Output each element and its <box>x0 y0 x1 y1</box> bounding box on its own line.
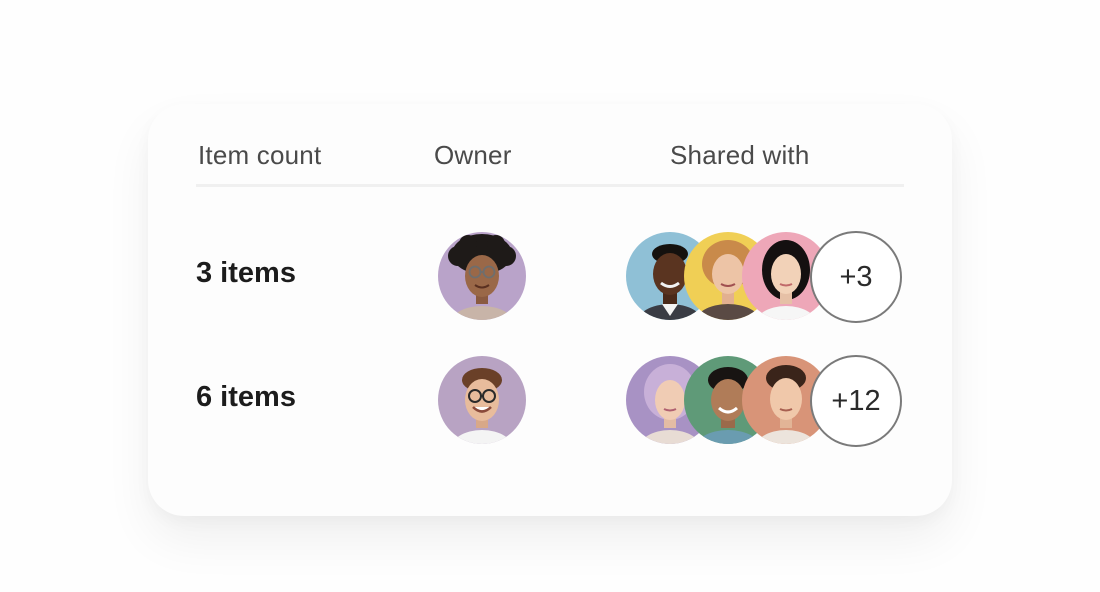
item-count-label: 6 items <box>196 381 296 413</box>
header-shared-with: Shared with <box>670 140 810 170</box>
header-item-count: Item count <box>198 140 322 170</box>
owner-avatar[interactable] <box>438 356 526 444</box>
header-owner: Owner <box>434 140 512 170</box>
more-shared-badge[interactable]: +3 <box>810 231 902 323</box>
sharing-card: Item count Owner Shared with 3 items +3 … <box>148 104 952 516</box>
table-row: 3 items +3 <box>148 231 952 323</box>
header-divider <box>196 184 904 187</box>
owner-avatar[interactable] <box>438 232 526 320</box>
table-row: 6 items +12 <box>148 355 952 447</box>
item-count-label: 3 items <box>196 257 296 289</box>
more-shared-badge[interactable]: +12 <box>810 355 902 447</box>
